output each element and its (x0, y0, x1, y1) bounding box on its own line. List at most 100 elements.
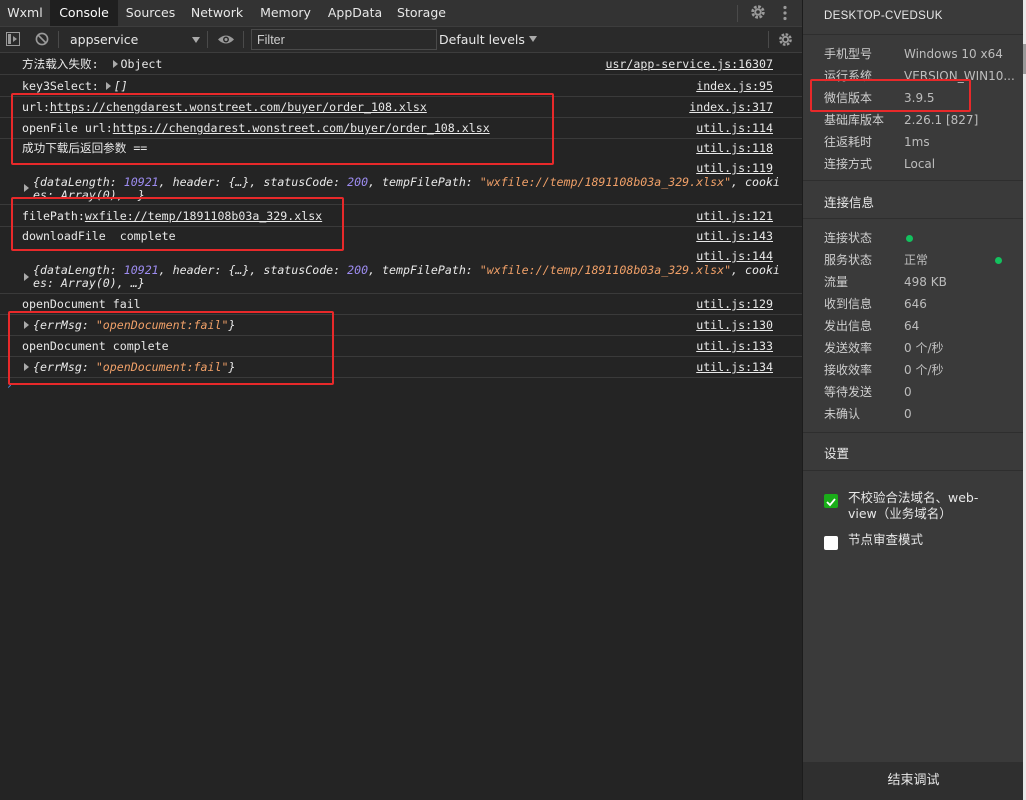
log-url-link[interactable]: https://chengdarest.wonstreet.com/buyer/… (113, 121, 490, 135)
console-row: {errMsg: "openDocument:fail"} util.js:13… (0, 357, 802, 378)
conn-row: 流量 498 KB (824, 275, 947, 289)
console-prompt-chevron-icon[interactable]: › (7, 378, 12, 392)
source-link[interactable]: index.js:95 (696, 76, 773, 96)
conn-row: 等待发送 0 (824, 385, 912, 399)
console-row: 方法载入失败: Object usr/app-service.js:16307 (0, 54, 802, 75)
node-audit-checkbox[interactable] (824, 536, 838, 550)
log-text: openDocument complete (22, 339, 169, 353)
log-text: key3Select: (22, 79, 99, 93)
log-prefix: url: (22, 100, 50, 114)
conn-row: 收到信息 646 (824, 297, 927, 311)
source-link[interactable]: util.js:121 (696, 206, 773, 226)
node-audit-label[interactable]: 节点审查模式 (848, 532, 923, 548)
conn-row: 未确认 0 (824, 407, 912, 421)
source-link[interactable]: util.js:114 (696, 118, 773, 138)
divider (803, 218, 1024, 219)
remote-debug-panel: DESKTOP-CVEDSUK 手机型号 Windows 10 x64 运行系统 V… (802, 0, 1024, 800)
toolbar-divider (207, 31, 208, 48)
console-row: key3Select: [] index.js:95 (0, 76, 802, 97)
console-row: openDocument fail util.js:129 (0, 294, 802, 315)
log-object-preview[interactable]: {dataLength: 10921, header: {…}, statusC… (33, 176, 785, 202)
conn-row: 连接状态 (824, 228, 1024, 248)
console-row: openDocument complete util.js:133 (0, 336, 802, 357)
log-object[interactable]: {errMsg: "openDocument:fail"} (33, 315, 235, 335)
log-object[interactable]: Object (121, 57, 163, 71)
tab-network[interactable]: Network (183, 0, 251, 26)
expand-triangle-icon[interactable] (24, 273, 29, 281)
toolbar-divider (768, 31, 769, 48)
console-row: openFile url:https://chengdarest.wonstre… (0, 118, 802, 139)
source-link[interactable]: usr/app-service.js:16307 (605, 54, 773, 74)
settings-gear-icon[interactable] (749, 3, 767, 21)
console-settings-gear-icon[interactable] (777, 31, 794, 48)
console-row: util.js:144 {dataLength: 10921, header: … (0, 246, 802, 294)
source-link[interactable]: index.js:317 (689, 97, 773, 117)
checkmark-icon (826, 498, 836, 507)
source-link[interactable]: util.js:134 (696, 357, 773, 377)
tab-wxml[interactable]: Wxml (0, 0, 50, 26)
tab-sources[interactable]: Sources (118, 0, 183, 26)
expand-triangle-icon[interactable] (112, 60, 118, 68)
conn-row: 发出信息 64 (824, 319, 920, 333)
log-prefix: filePath: (22, 209, 85, 223)
log-url-link[interactable]: wxfile://temp/1891108b03a_329.xlsx (85, 209, 322, 223)
console-toolbar: appservice Default levels (0, 27, 802, 53)
conn-row: 发送效率 0 个/秒 (824, 341, 944, 355)
expand-triangle-icon[interactable] (105, 82, 111, 90)
source-link[interactable]: util.js:129 (696, 294, 773, 314)
toolbar-divider (243, 31, 244, 48)
source-link[interactable]: util.js:130 (696, 315, 773, 335)
skip-domain-check-label[interactable]: 不校验合法域名、web-view（业务域名） (848, 490, 998, 522)
tab-memory[interactable]: Memory (251, 0, 320, 26)
divider (803, 34, 1024, 35)
conn-row: 接收效率 0 个/秒 (824, 363, 944, 377)
source-link[interactable]: util.js:143 (696, 226, 773, 246)
tab-console[interactable]: Console (50, 0, 118, 26)
log-object[interactable]: {errMsg: "openDocument:fail"} (33, 357, 235, 377)
expand-triangle-icon[interactable] (24, 321, 29, 329)
connection-section-title: 连接信息 (824, 195, 875, 210)
console-row: url:https://chengdarest.wonstreet.com/bu… (0, 97, 802, 118)
info-row: 往返耗时 1ms (824, 135, 930, 149)
tab-appdata[interactable]: AppData (320, 0, 390, 26)
tabbar-divider (737, 5, 738, 22)
filter-input[interactable] (251, 29, 437, 50)
info-row: 基础库版本 2.26.1 [827] (824, 113, 979, 127)
skip-domain-check-checkbox[interactable] (824, 494, 838, 508)
devtools-panel: Wxml Console Sources Network Memory AppD… (0, 0, 802, 800)
expand-triangle-icon[interactable] (24, 363, 29, 371)
divider (803, 432, 1024, 433)
log-text: 方法载入失败: (22, 57, 99, 71)
info-row: 微信版本 3.9.5 (824, 91, 935, 105)
toolbar-divider (58, 31, 59, 48)
log-text: 成功下载后返回参数 == (22, 141, 148, 155)
context-select[interactable]: appservice (64, 29, 204, 50)
log-levels-dropdown[interactable]: Default levels (439, 29, 537, 50)
source-link[interactable]: util.js:133 (696, 336, 773, 356)
context-select-value: appservice (70, 32, 139, 47)
log-url-link[interactable]: https://chengdarest.wonstreet.com/buyer/… (50, 100, 427, 114)
console-row: util.js:119 {dataLength: 10921, header: … (0, 158, 802, 205)
device-name: DESKTOP-CVEDSUK (824, 10, 943, 22)
expand-triangle-icon[interactable] (24, 184, 29, 192)
clear-console-icon[interactable] (35, 32, 49, 46)
log-text: openDocument fail (22, 297, 141, 311)
connected-status-dot-icon (906, 235, 913, 242)
log-text: downloadFile complete (22, 229, 176, 243)
more-options-icon[interactable] (780, 5, 790, 21)
log-object-preview[interactable]: {dataLength: 10921, header: {…}, statusC… (33, 264, 785, 290)
sidebar-toggle-icon[interactable] (6, 32, 20, 46)
console-row: {errMsg: "openDocument:fail"} util.js:13… (0, 315, 802, 336)
chevron-down-icon (192, 37, 200, 43)
divider (803, 180, 1024, 181)
conn-row: 服务状态 正常 (824, 250, 1024, 270)
end-debug-button[interactable]: 结束调试 (803, 762, 1024, 800)
eye-icon[interactable] (217, 33, 235, 46)
source-link[interactable]: util.js:118 (696, 138, 773, 158)
console-row: filePath:wxfile://temp/1891108b03a_329.x… (0, 206, 802, 227)
info-row: 连接方式 Local (824, 157, 936, 171)
tab-storage[interactable]: Storage (390, 0, 453, 26)
info-row: 手机型号 Windows 10 x64 (824, 47, 1003, 61)
log-object[interactable]: [] (114, 79, 128, 93)
info-row: 运行系统 VERSION_WIN10... (824, 69, 1015, 83)
